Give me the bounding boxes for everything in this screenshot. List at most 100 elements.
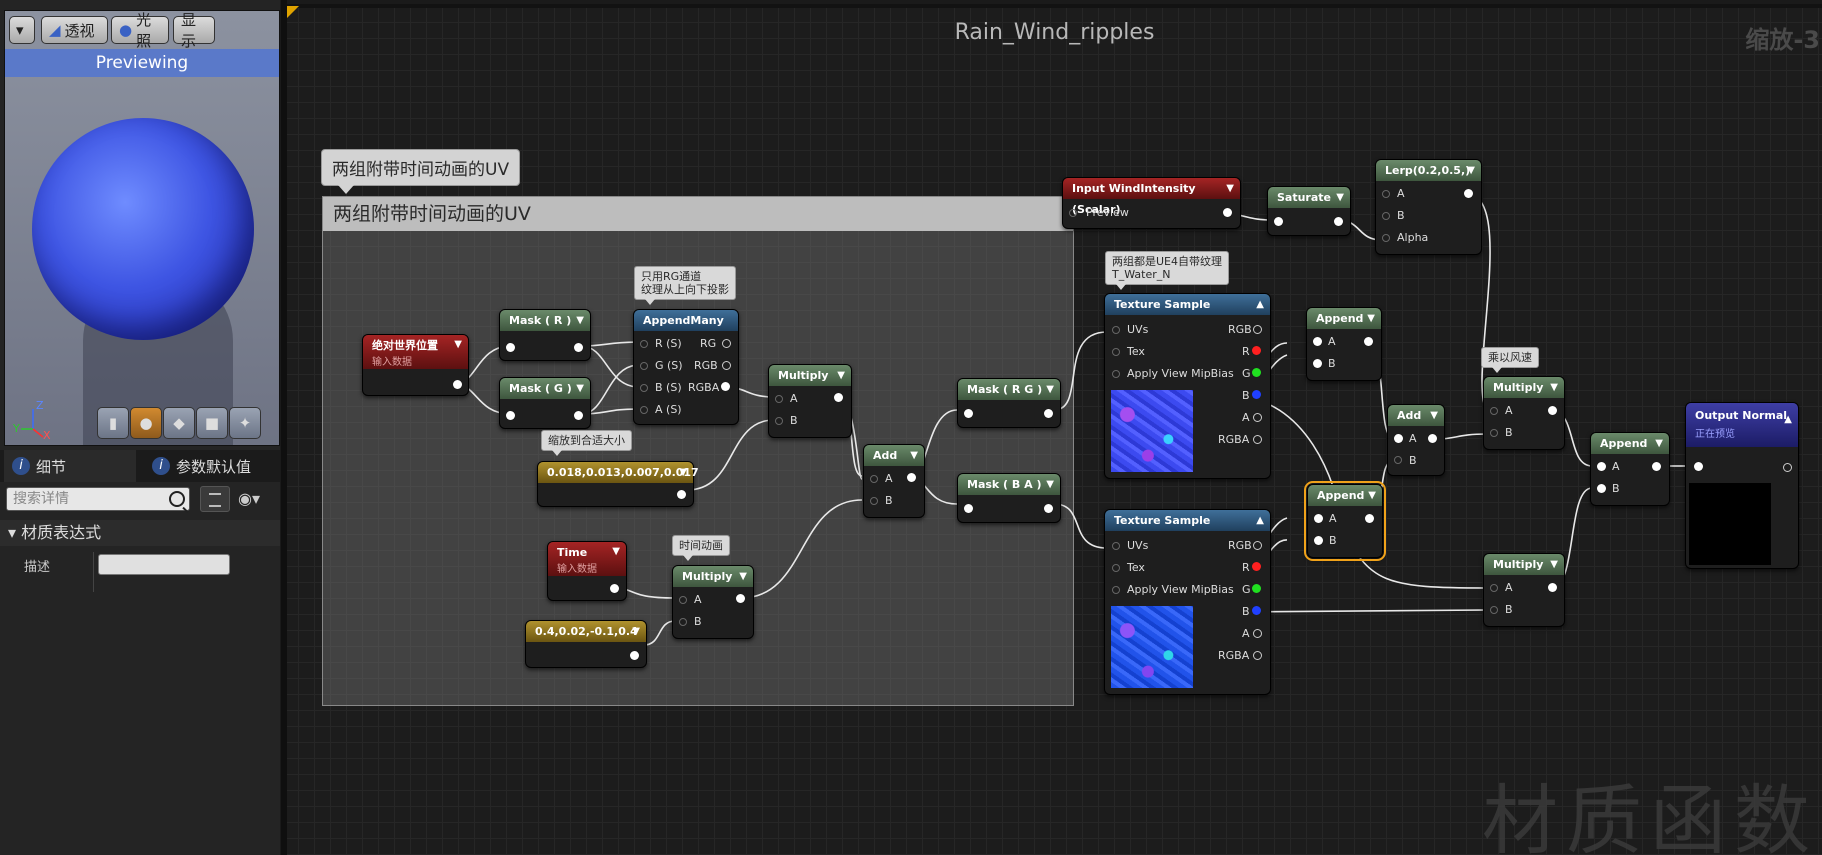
node-lerp[interactable]: Lerp(0.2,0.5,) ▼ A B Alpha bbox=[1375, 159, 1482, 255]
input-pin-b[interactable] bbox=[679, 618, 687, 626]
node-mask-rg[interactable]: Mask ( R G ) ▼ bbox=[957, 378, 1061, 428]
input-pin-b[interactable] bbox=[1382, 212, 1390, 220]
input-pin-b[interactable] bbox=[1597, 484, 1606, 493]
output-pin[interactable] bbox=[453, 380, 462, 389]
node-add[interactable]: Add ▼ A B bbox=[863, 444, 925, 518]
input-pin[interactable] bbox=[1112, 564, 1120, 572]
plane-preview-button[interactable]: ◆ bbox=[163, 407, 195, 439]
output-pin[interactable] bbox=[574, 411, 583, 420]
input-pin-b[interactable] bbox=[1313, 359, 1322, 368]
output-pin[interactable] bbox=[1253, 651, 1262, 660]
node-multiply-time[interactable]: Multiply ▼ A B bbox=[672, 565, 754, 639]
tab-parameter-defaults[interactable]: i 参数默认值 bbox=[144, 450, 278, 482]
input-pin-alpha[interactable] bbox=[1382, 234, 1390, 242]
node-output-normal[interactable]: Output Normal 正在预览 ▲ bbox=[1685, 402, 1799, 569]
input-pin[interactable] bbox=[640, 384, 648, 392]
output-pin[interactable] bbox=[1783, 463, 1792, 472]
input-pin[interactable] bbox=[1069, 209, 1077, 217]
node-appendmany[interactable]: AppendMany R (S) G (S) B (S) A (S) RG RG… bbox=[633, 309, 739, 425]
output-pin[interactable] bbox=[1464, 189, 1473, 198]
output-pin[interactable] bbox=[722, 361, 731, 370]
visibility-filter-button[interactable]: ◉▾ bbox=[238, 489, 272, 509]
input-pin-b[interactable] bbox=[775, 417, 783, 425]
output-pin[interactable] bbox=[1253, 629, 1262, 638]
viewport-dropdown-button[interactable]: ▾ bbox=[9, 16, 35, 44]
input-pin[interactable] bbox=[1112, 326, 1120, 334]
output-pin[interactable] bbox=[1253, 413, 1262, 422]
output-pin[interactable] bbox=[677, 490, 686, 499]
node-mask-r[interactable]: Mask ( R ) ▼ bbox=[499, 309, 591, 361]
input-pin[interactable] bbox=[964, 504, 973, 513]
lit-button[interactable]: ● 光照 bbox=[111, 11, 169, 50]
input-pin-a[interactable] bbox=[1490, 407, 1498, 415]
output-pin[interactable] bbox=[1044, 504, 1053, 513]
search-input[interactable]: 搜索详情 bbox=[6, 487, 190, 511]
input-pin-a[interactable] bbox=[679, 596, 687, 604]
node-texture-sample-1[interactable]: Texture Sample ▲ UVs Tex Apply View MipBi… bbox=[1104, 293, 1271, 479]
output-pin[interactable] bbox=[722, 339, 731, 348]
output-pin[interactable] bbox=[834, 393, 843, 402]
output-pin[interactable] bbox=[721, 382, 730, 391]
node-texture-sample-2[interactable]: Texture Sample ▲ UVs Tex Apply View MipBi… bbox=[1104, 509, 1271, 695]
node-multiply-3[interactable]: Multiply ▼ A B bbox=[1483, 553, 1565, 627]
node-multiply-wind[interactable]: Multiply ▼ A B bbox=[1483, 376, 1565, 450]
input-pin-b[interactable] bbox=[1394, 456, 1402, 464]
output-pin[interactable] bbox=[1365, 514, 1374, 523]
sphere-preview-button[interactable]: ● bbox=[130, 407, 162, 439]
perspective-button[interactable]: ◢ 透视 bbox=[41, 16, 108, 44]
output-pin[interactable] bbox=[1548, 406, 1557, 415]
node-append[interactable]: Append ▼ A B bbox=[1306, 307, 1382, 381]
output-pin[interactable] bbox=[1334, 217, 1343, 226]
cylinder-preview-button[interactable]: ▮ bbox=[97, 407, 129, 439]
input-pin[interactable] bbox=[1112, 370, 1120, 378]
view-options-grid-button[interactable] bbox=[200, 486, 230, 512]
tab-details[interactable]: i 细节 bbox=[4, 450, 136, 482]
input-pin[interactable] bbox=[1112, 348, 1120, 356]
input-pin-a[interactable] bbox=[1394, 434, 1403, 443]
output-pin[interactable] bbox=[907, 473, 916, 482]
input-pin-a[interactable] bbox=[1313, 337, 1322, 346]
input-pin-a[interactable] bbox=[1382, 190, 1390, 198]
node-world-position[interactable]: 绝对世界位置 输入数据 ▼ bbox=[362, 334, 469, 396]
node-multiply[interactable]: Multiply ▼ A B bbox=[768, 364, 852, 438]
output-pin-r[interactable] bbox=[1252, 346, 1261, 355]
output-pin[interactable] bbox=[610, 584, 619, 593]
output-pin[interactable] bbox=[630, 651, 639, 660]
input-pin-a[interactable] bbox=[1597, 462, 1606, 471]
output-pin[interactable] bbox=[1652, 462, 1661, 471]
output-pin-r[interactable] bbox=[1252, 562, 1261, 571]
node-constant-time[interactable]: 0.4,0.02,-0.1,0.4 ▼ bbox=[525, 620, 647, 668]
input-pin[interactable] bbox=[1274, 217, 1283, 226]
output-pin-g[interactable] bbox=[1252, 368, 1261, 377]
node-append-3[interactable]: Append ▼ A B bbox=[1590, 432, 1670, 506]
node-input-windintensity[interactable]: Input WindIntensity (Scalar) ▼ Preview bbox=[1062, 177, 1241, 229]
input-pin-b[interactable] bbox=[1314, 536, 1323, 545]
node-constant-scale[interactable]: 0.018,0.013,0.007,0.017 ▼ bbox=[537, 461, 699, 507]
input-pin-a[interactable] bbox=[1490, 584, 1498, 592]
output-pin[interactable] bbox=[736, 594, 745, 603]
input-pin-b[interactable] bbox=[870, 497, 878, 505]
output-pin[interactable] bbox=[1364, 337, 1373, 346]
input-pin-b[interactable] bbox=[1490, 429, 1498, 437]
input-pin[interactable] bbox=[964, 409, 973, 418]
material-graph-canvas[interactable]: Rain_Wind_ripples 缩放-3 材质函数 两组附带时间动画的UV … bbox=[287, 4, 1822, 855]
node-mask-ba[interactable]: Mask ( B A ) ▼ bbox=[957, 473, 1061, 523]
preview-viewport[interactable]: ▾ ◢ 透视 ● 光照 显示 Previewing Z X Y ▮ ● ◆ ■ ✦ bbox=[4, 10, 280, 446]
input-pin[interactable] bbox=[506, 411, 515, 420]
node-mask-g[interactable]: Mask ( G ) ▼ bbox=[499, 377, 591, 429]
node-time[interactable]: Time 输入数据 ▼ bbox=[547, 541, 627, 601]
cube-preview-button[interactable]: ■ bbox=[196, 407, 228, 439]
node-saturate[interactable]: Saturate ▼ bbox=[1267, 186, 1351, 236]
output-pin[interactable] bbox=[1428, 434, 1437, 443]
output-pin[interactable] bbox=[1223, 208, 1232, 217]
output-pin-b[interactable] bbox=[1252, 390, 1261, 399]
input-pin[interactable] bbox=[1112, 586, 1120, 594]
output-pin[interactable] bbox=[1253, 541, 1262, 550]
input-pin[interactable] bbox=[506, 343, 515, 352]
input-pin[interactable] bbox=[1112, 542, 1120, 550]
input-pin[interactable] bbox=[640, 340, 648, 348]
node-append-selected[interactable]: Append ▼ A B bbox=[1304, 481, 1386, 561]
input-pin[interactable] bbox=[640, 362, 648, 370]
section-header-material-expression[interactable]: ▾ 材质表达式 bbox=[0, 520, 280, 546]
output-pin[interactable] bbox=[574, 343, 583, 352]
